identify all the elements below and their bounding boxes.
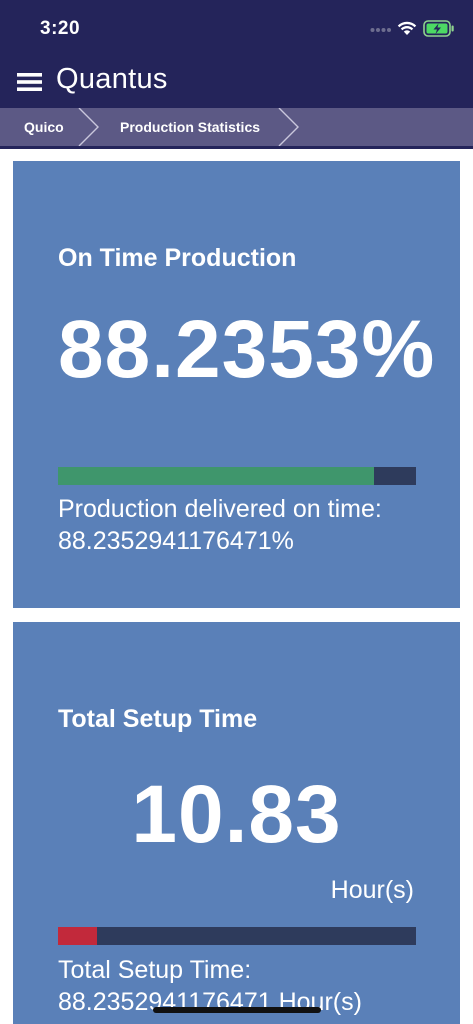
hamburger-menu-icon[interactable] [17,72,42,92]
description-line: Total Setup Time: [58,956,252,984]
card-title: Total Setup Time [58,705,258,733]
total-setup-time-value: 10.83 [131,769,342,860]
description-value: 88.2352941176471 Hour(s) [58,988,362,1016]
card-title: On Time Production [58,244,297,272]
app-header: 3:20 Quantus [0,0,473,108]
on-time-production-card: On Time Production 88.2353% Production d… [13,161,460,608]
breadcrumb-item-quico[interactable]: Quico [24,108,64,146]
cellular-signal-icon [370,28,391,32]
app-title: Quantus [56,63,168,95]
progress-bar [58,927,416,945]
unit-label: Hour(s) [330,876,414,904]
progress-bar-fill [58,927,97,945]
app-screen: 3:20 Quantus Quico Production Statistics… [0,0,473,1024]
battery-charging-icon [423,20,454,37]
on-time-production-value: 88.2353% [58,304,436,395]
status-bar-time: 3:20 [40,18,81,39]
total-setup-time-card: Total Setup Time 10.83 Hour(s) Total Set… [13,622,460,1024]
breadcrumb: Quico Production Statistics [0,108,473,149]
breadcrumb-item-production-statistics[interactable]: Production Statistics [120,108,260,146]
progress-bar [58,467,416,485]
home-indicator[interactable] [153,1007,321,1013]
wifi-icon [397,21,417,35]
chevron-right-icon [278,108,299,146]
description-line: Production delivered on time: [58,495,382,523]
progress-bar-fill [58,467,374,485]
card-description: Production delivered on time: 88.2352941… [58,493,382,557]
description-value: 88.2352941176471% [58,527,294,555]
chevron-right-icon [78,108,99,146]
